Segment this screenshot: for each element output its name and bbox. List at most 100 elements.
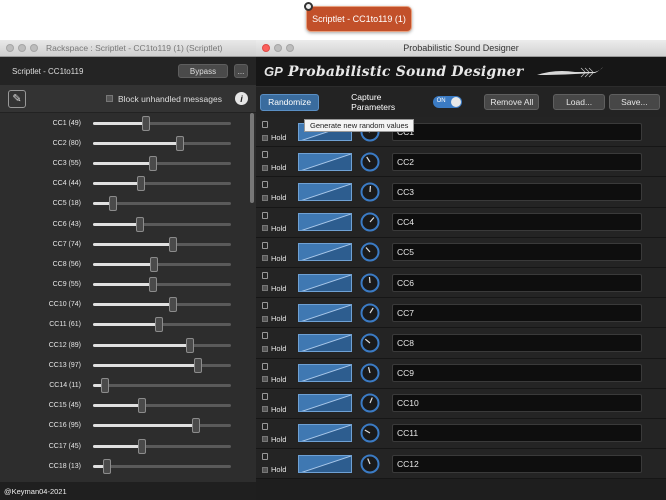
lock-icon[interactable] (262, 151, 268, 159)
dial-icon[interactable] (360, 152, 380, 172)
psd-zoom-icon[interactable] (286, 44, 294, 52)
range-curve[interactable] (298, 152, 352, 171)
save-button[interactable]: Save... (608, 94, 660, 110)
lock-icon[interactable] (262, 453, 268, 461)
load-button[interactable]: Load... (553, 94, 605, 110)
dial-icon[interactable] (360, 333, 380, 353)
hold-checkbox[interactable]: Hold (262, 314, 286, 323)
cc-name-field[interactable]: CC9 (392, 364, 642, 383)
dial-icon[interactable] (360, 212, 380, 232)
dial-icon[interactable] (360, 242, 380, 262)
toggle-knob[interactable] (451, 97, 462, 107)
cc-name-field[interactable]: CC1 (392, 122, 642, 141)
hold-box[interactable] (262, 285, 268, 292)
dial-icon[interactable] (360, 363, 380, 383)
cc-slider-thumb[interactable] (169, 297, 178, 313)
dial-icon[interactable] (360, 423, 380, 443)
node-pin[interactable] (304, 2, 313, 11)
hold-box[interactable] (262, 164, 268, 171)
range-curve[interactable] (298, 333, 352, 352)
cc-slider-thumb[interactable] (169, 236, 178, 252)
cc-slider-track[interactable] (93, 357, 231, 373)
hold-box[interactable] (262, 134, 268, 141)
cc-slider-track[interactable] (93, 378, 231, 394)
dial-icon[interactable] (360, 393, 380, 413)
capture-toggle[interactable]: ON (432, 96, 463, 108)
cc-slider-track[interactable] (93, 458, 231, 474)
hold-checkbox[interactable]: Hold (262, 375, 286, 384)
cc-slider-thumb[interactable] (194, 357, 203, 373)
cc-slider-track[interactable] (93, 337, 231, 353)
randomize-button[interactable]: Randomize (260, 93, 320, 111)
cc-name-field[interactable]: CC7 (392, 303, 642, 322)
range-curve[interactable] (298, 273, 352, 292)
cc-slider-track[interactable] (93, 398, 231, 414)
hold-box[interactable] (262, 315, 268, 322)
cc-slider-track[interactable] (93, 438, 231, 454)
cc-name-field[interactable]: CC2 (392, 152, 642, 171)
cc-slider-thumb[interactable] (155, 317, 164, 333)
cc-slider-thumb[interactable] (108, 196, 117, 212)
hold-checkbox[interactable]: Hold (262, 284, 286, 293)
hold-box[interactable] (262, 255, 268, 262)
range-curve[interactable] (298, 454, 352, 473)
bypass-button[interactable]: Bypass (178, 64, 228, 78)
hold-box[interactable] (262, 225, 268, 232)
hold-checkbox[interactable]: Hold (262, 133, 286, 142)
hold-checkbox[interactable]: Hold (262, 193, 286, 202)
range-curve[interactable] (298, 243, 352, 262)
dial-icon[interactable] (360, 303, 380, 323)
lock-icon[interactable] (262, 211, 268, 219)
info-icon[interactable]: i (235, 92, 248, 105)
cc-slider-thumb[interactable] (148, 277, 157, 293)
block-unhandled-checkbox[interactable]: Block unhandled messages (106, 94, 222, 104)
range-curve[interactable] (298, 364, 352, 383)
cc-slider-track[interactable] (93, 317, 231, 333)
minimize-window-icon[interactable] (18, 44, 26, 52)
rackspace-titlebar[interactable]: Rackspace : Scriptlet - CC1to119 (1) (Sc… (0, 40, 256, 57)
hold-box[interactable] (262, 436, 268, 443)
hold-checkbox[interactable]: Hold (262, 405, 286, 414)
cc-slider-track[interactable] (93, 277, 231, 293)
lock-icon[interactable] (262, 302, 268, 310)
lock-icon[interactable] (262, 241, 268, 249)
cc-slider-thumb[interactable] (175, 135, 184, 151)
cc-slider-track[interactable] (93, 135, 231, 151)
hold-checkbox[interactable]: Hold (262, 465, 286, 474)
zoom-window-icon[interactable] (30, 44, 38, 52)
cc-slider-thumb[interactable] (185, 337, 194, 353)
range-curve[interactable] (298, 303, 352, 322)
dial-icon[interactable] (360, 182, 380, 202)
hold-checkbox[interactable]: Hold (262, 254, 286, 263)
lock-icon[interactable] (262, 392, 268, 400)
scriptlet-node[interactable]: Scriptlet - CC1to119 (1) (306, 6, 412, 32)
close-window-icon[interactable] (6, 44, 14, 52)
cc-slider-thumb[interactable] (100, 378, 109, 394)
cc-name-field[interactable]: CC5 (392, 243, 642, 262)
hold-box[interactable] (262, 466, 268, 473)
remove-all-button[interactable]: Remove All (484, 94, 540, 110)
hold-checkbox[interactable]: Hold (262, 435, 286, 444)
cc-slider-track[interactable] (93, 297, 231, 313)
more-button[interactable]: ... (234, 64, 248, 78)
lock-icon[interactable] (262, 362, 268, 370)
cc-slider-track[interactable] (93, 236, 231, 252)
range-curve[interactable] (298, 182, 352, 201)
cc-slider-thumb[interactable] (149, 256, 158, 272)
hold-checkbox[interactable]: Hold (262, 344, 286, 353)
cc-slider-thumb[interactable] (142, 115, 151, 131)
cc-slider-track[interactable] (93, 216, 231, 232)
cc-name-field[interactable]: CC11 (392, 424, 642, 443)
hold-box[interactable] (262, 194, 268, 201)
lock-icon[interactable] (262, 332, 268, 340)
hold-checkbox[interactable]: Hold (262, 163, 286, 172)
cc-slider-thumb[interactable] (137, 398, 146, 414)
cc-name-field[interactable]: CC6 (392, 273, 642, 292)
lock-icon[interactable] (262, 271, 268, 279)
cc-name-field[interactable]: CC3 (392, 182, 642, 201)
range-curve[interactable] (298, 213, 352, 232)
cc-slider-thumb[interactable] (103, 458, 112, 474)
cc-slider-track[interactable] (93, 176, 231, 192)
cc-slider-track[interactable] (93, 196, 231, 212)
dial-icon[interactable] (360, 273, 380, 293)
